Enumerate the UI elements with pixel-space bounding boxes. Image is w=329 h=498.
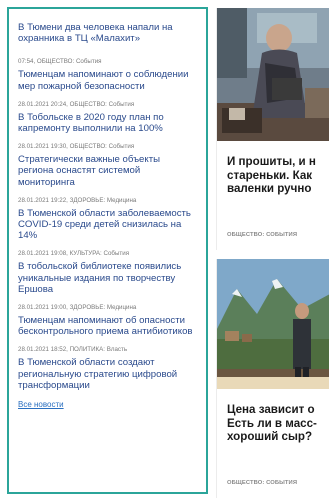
news-meta: 28.01.2021 19:00, ЗДОРОВЬЕ: Медицина	[18, 304, 137, 312]
news-item: 28.01.2021 19:22, ЗДОРОВЬЕ: Медицина В Т…	[18, 197, 198, 242]
news-title-link[interactable]: В Тюменской области создают региональную…	[18, 357, 198, 391]
article-rubric: ОБЩЕСТВО: СОБЫТИЯ	[227, 480, 298, 486]
news-meta: 28.01.2021 18:52, ПОЛИТИКА: Власть	[18, 346, 128, 354]
article-photo-image	[217, 8, 329, 141]
article-card[interactable]: И прошиты, и н стареньки. Как валенки ру…	[216, 8, 329, 250]
article-title[interactable]: Цена зависит о Есть ли в масс- хороший с…	[217, 389, 329, 444]
news-title-link[interactable]: В тобольской библиотеке появились уникал…	[18, 261, 198, 295]
news-meta: 28.01.2021 20:24, ОБЩЕСТВО: События	[18, 100, 135, 108]
news-meta: 28.01.2021 19:08, КУЛЬТУРА: События	[18, 250, 130, 258]
news-item: 28.01.2021 20:24, ОБЩЕСТВО: События В То…	[18, 101, 198, 134]
news-item: 28.01.2021 18:52, ПОЛИТИКА: Власть В Тюм…	[18, 346, 198, 391]
news-title-link[interactable]: В Тобольске в 2020 году план по капремон…	[18, 112, 198, 134]
news-title-link[interactable]: Стратегически важные объекты региона осн…	[18, 154, 198, 188]
article-photo[interactable]	[217, 8, 329, 141]
news-title-link[interactable]: Тюменцам напоминают о соблюдении мер пож…	[18, 69, 198, 91]
news-feed: В Тюмени два человека напали на охранник…	[7, 7, 208, 494]
all-news-link[interactable]: Все новости	[18, 400, 198, 409]
news-title-link[interactable]: В Тюменской области заболеваемость COVID…	[18, 208, 198, 242]
news-item: 28.01.2021 19:30, ОБЩЕСТВО: События Стра…	[18, 143, 198, 188]
news-meta: 28.01.2021 19:22, ЗДОРОВЬЕ: Медицина	[18, 196, 137, 204]
news-item: 28.01.2021 19:08, КУЛЬТУРА: События В то…	[18, 250, 198, 295]
article-photo[interactable]	[217, 259, 329, 389]
news-meta: 07:54, ОБЩЕСТВО: События	[18, 58, 102, 66]
news-item: 07:54, ОБЩЕСТВО: События Тюменцам напоми…	[18, 58, 198, 91]
news-item: 28.01.2021 19:00, ЗДОРОВЬЕ: Медицина Тюм…	[18, 304, 198, 337]
news-title-link[interactable]: Тюменцам напоминают об опасности бесконт…	[18, 315, 198, 337]
article-card[interactable]: Цена зависит о Есть ли в масс- хороший с…	[216, 259, 329, 498]
article-title[interactable]: И прошиты, и н стареньки. Как валенки ру…	[217, 141, 329, 196]
article-rubric: ОБЩЕСТВО: СОБЫТИЯ	[227, 232, 298, 238]
news-meta: 28.01.2021 19:30, ОБЩЕСТВО: События	[18, 143, 135, 151]
article-photo-image	[217, 259, 329, 389]
news-title-link[interactable]: В Тюмени два человека напали на охранник…	[18, 22, 198, 44]
